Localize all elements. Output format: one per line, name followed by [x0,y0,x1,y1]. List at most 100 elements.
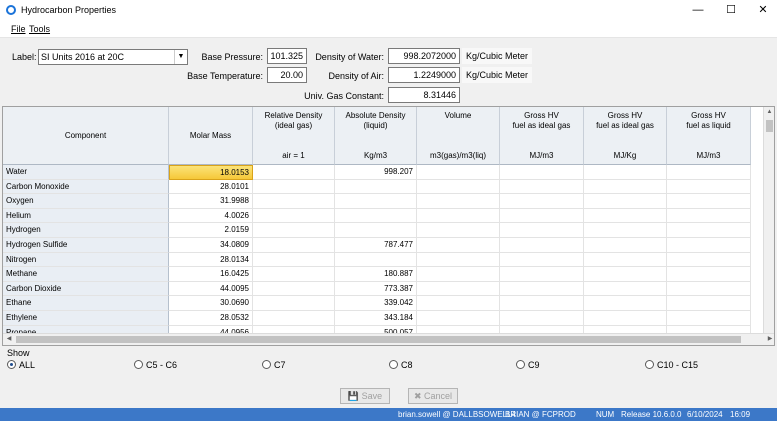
grid-cell[interactable] [500,208,584,224]
grid-cell[interactable] [500,281,584,297]
column-header-3[interactable]: Relative Density (ideal gas) air = 1 [253,107,335,165]
column-header-8[interactable]: Gross HV fuel as liquid MJ/m3 [667,107,751,165]
absolute-density-cell[interactable] [335,194,417,209]
grid-cell[interactable] [667,165,751,180]
radio-indicator[interactable] [134,360,143,369]
molar-mass-cell[interactable]: 4.0026 [169,208,253,224]
maximize-button[interactable]: ☐ [716,0,746,20]
grid-cell[interactable] [417,281,500,297]
close-button[interactable]: ✕ [748,0,777,20]
grid-cell[interactable] [584,179,667,195]
column-header-4[interactable]: Absolute Density (liquid) Kg/m3 [335,107,417,165]
grid-cell[interactable] [417,267,500,282]
absolute-density-cell[interactable]: 787.477 [335,238,417,253]
show-option-radio[interactable]: ALL [7,360,35,370]
component-cell[interactable]: Water [3,165,169,180]
grid-cell[interactable] [584,165,667,180]
table-row[interactable]: Water 18.0153 998.207 [3,165,763,180]
grid-cell[interactable] [417,296,500,311]
component-cell[interactable]: Hydrogen Sulfide [3,238,169,253]
grid-cell[interactable] [500,238,584,253]
density-air-field[interactable]: 1.2249000 [388,67,460,83]
molar-mass-cell[interactable]: 44.0095 [169,281,253,297]
grid-cell[interactable] [417,194,500,209]
radio-indicator[interactable] [262,360,271,369]
grid-cell[interactable] [584,223,667,238]
grid-cell[interactable] [500,311,584,326]
menu-tools[interactable]: Tools [29,24,50,34]
column-header-1[interactable]: Component [3,107,169,165]
grid-cell[interactable] [500,252,584,268]
scroll-right-icon[interactable]: ▶ [764,334,774,345]
component-cell[interactable]: Methane [3,267,169,282]
radio-indicator[interactable] [645,360,654,369]
absolute-density-cell[interactable] [335,208,417,224]
grid-cell[interactable] [667,267,751,282]
grid-cell[interactable] [500,194,584,209]
molar-mass-cell[interactable]: 28.0134 [169,252,253,268]
scroll-left-icon[interactable]: ◀ [3,334,15,345]
grid-cell[interactable] [500,223,584,238]
component-cell[interactable]: Oxygen [3,194,169,209]
grid-cell[interactable] [253,208,335,224]
absolute-density-cell[interactable] [335,179,417,195]
grid-cell[interactable] [253,223,335,238]
table-row[interactable]: Hydrogen 2.0159 [3,223,763,238]
molar-mass-cell[interactable]: 28.0101 [169,179,253,195]
grid-cell[interactable] [417,208,500,224]
component-cell[interactable]: Ethane [3,296,169,311]
horizontal-scrollbar[interactable]: ◀ ▶ [3,333,774,345]
grid-cell[interactable] [584,252,667,268]
properties-grid[interactable]: Component Molar Mass Relative Density (ide… [2,106,775,346]
grid-cell[interactable] [253,281,335,297]
chevron-down-icon[interactable]: ▼ [174,50,187,64]
gas-constant-field[interactable]: 8.31446 [388,87,460,103]
component-cell[interactable]: Helium [3,208,169,224]
grid-cell[interactable] [253,252,335,268]
grid-cell[interactable] [584,281,667,297]
grid-cell[interactable] [253,311,335,326]
grid-cell[interactable] [667,238,751,253]
column-header-2[interactable]: Molar Mass [169,107,253,165]
molar-mass-cell[interactable]: 28.0532 [169,311,253,326]
grid-cell[interactable] [417,311,500,326]
molar-mass-cell[interactable]: 2.0159 [169,223,253,238]
grid-cell[interactable] [584,194,667,209]
menu-file[interactable]: File [11,24,26,34]
molar-mass-cell[interactable]: 16.0425 [169,267,253,282]
grid-cell[interactable] [417,179,500,195]
show-option-radio[interactable]: C8 [389,360,413,370]
grid-cell[interactable] [667,223,751,238]
grid-cell[interactable] [584,238,667,253]
molar-mass-cell[interactable]: 34.0809 [169,238,253,253]
absolute-density-cell[interactable]: 343.184 [335,311,417,326]
density-water-field[interactable]: 998.2072000 [388,48,460,64]
radio-indicator[interactable] [7,360,16,369]
component-cell[interactable]: Ethylene [3,311,169,326]
minimize-button[interactable]: — [683,0,713,20]
grid-cell[interactable] [667,179,751,195]
table-row[interactable]: Helium 4.0026 [3,208,763,224]
table-row[interactable]: Ethylene 28.0532 343.184 [3,311,763,326]
absolute-density-cell[interactable] [335,252,417,268]
grid-cell[interactable] [253,296,335,311]
grid-cell[interactable] [584,311,667,326]
molar-mass-cell[interactable]: 31.9988 [169,194,253,209]
grid-cell[interactable] [667,296,751,311]
show-option-radio[interactable]: C10 - C15 [645,360,698,370]
column-header-5[interactable]: Volume m3(gas)/m3(liq) [417,107,500,165]
vertical-scroll-thumb[interactable] [766,120,773,132]
grid-cell[interactable] [417,238,500,253]
grid-cell[interactable] [500,296,584,311]
horizontal-scroll-thumb[interactable] [16,336,741,343]
molar-mass-cell[interactable]: 30.0690 [169,296,253,311]
absolute-density-cell[interactable] [335,223,417,238]
component-cell[interactable]: Carbon Dioxide [3,281,169,297]
label-select[interactable]: SI Units 2016 at 20C ▼ [38,49,188,65]
table-row[interactable]: Ethane 30.0690 339.042 [3,296,763,311]
grid-cell[interactable] [253,267,335,282]
absolute-density-cell[interactable]: 339.042 [335,296,417,311]
grid-cell[interactable] [417,252,500,268]
radio-indicator[interactable] [516,360,525,369]
table-row[interactable]: Oxygen 31.9988 [3,194,763,209]
